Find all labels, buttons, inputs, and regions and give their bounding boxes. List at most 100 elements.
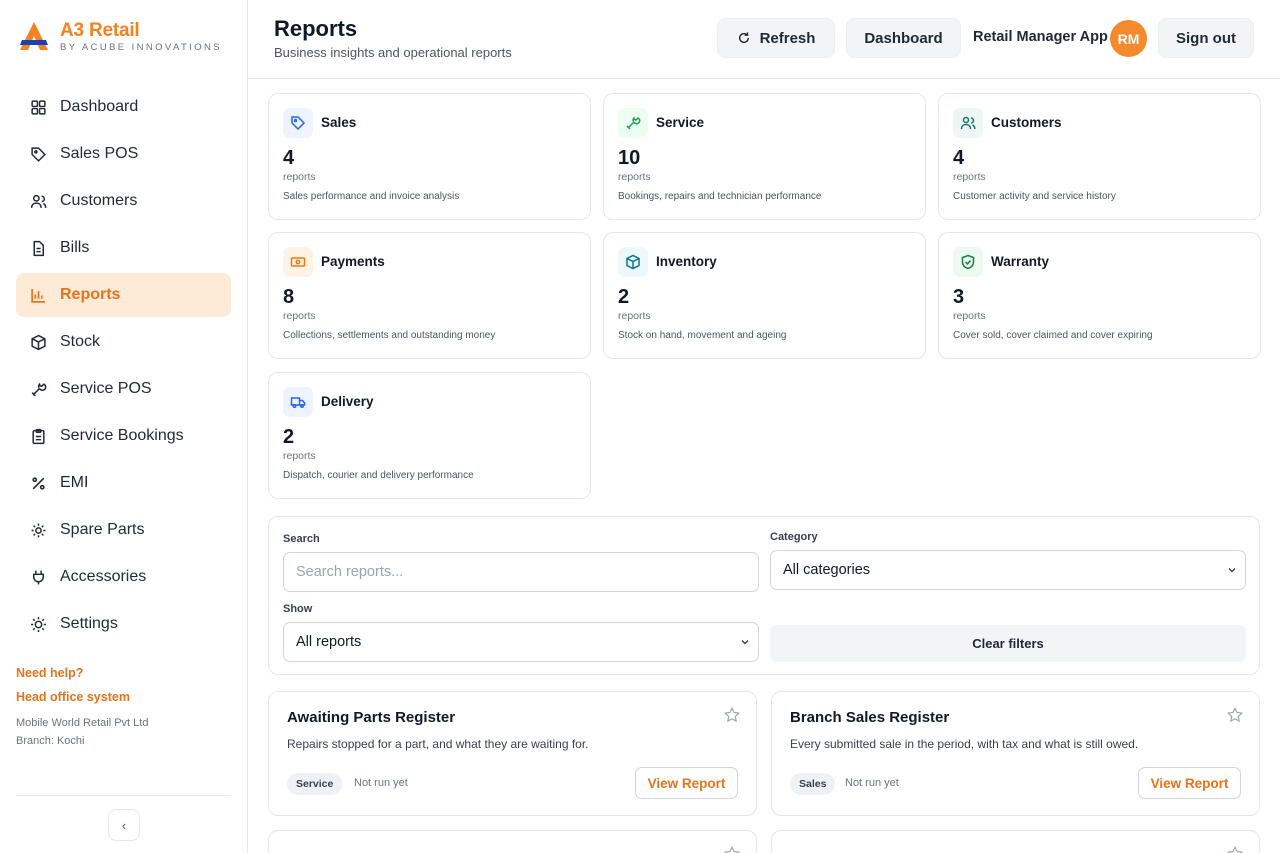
sidebar-item-label: Customers (60, 192, 138, 209)
collapse-sidebar-button[interactable]: ‹ (108, 809, 140, 841)
sidebar-item-label: Service POS (60, 380, 152, 397)
app-name: Retail Manager App (973, 29, 1108, 45)
star-icon[interactable] (723, 845, 741, 853)
category-card-payments[interactable]: Payments 8 reports Collections, settleme… (268, 232, 591, 359)
sidebar-item-dashboard[interactable]: Dashboard (16, 85, 231, 129)
category-name: Payments (321, 254, 385, 269)
report-card: Branch Sales Register Every submitted sa… (771, 691, 1260, 816)
show-label: Show (283, 603, 313, 615)
category-select[interactable]: All categories (770, 550, 1246, 590)
category-select-value: All categories (783, 562, 871, 578)
view-report-button[interactable]: View Report (635, 767, 738, 799)
category-desc: Sales performance and invoice analysis (283, 191, 460, 202)
search-label: Search (283, 533, 320, 545)
sign-out-button[interactable]: Sign out (1158, 18, 1254, 58)
category-unit: reports (953, 310, 986, 322)
clipboard-icon (30, 428, 47, 445)
category-card-warranty[interactable]: Warranty 3 reports Cover sold, cover cla… (938, 232, 1261, 359)
report-card-partial (268, 830, 757, 853)
category-desc: Customer activity and service history (953, 191, 1116, 202)
category-name: Delivery (321, 394, 374, 409)
sidebar-item-service-pos[interactable]: Service POS (16, 367, 231, 411)
category-count: 4 (953, 147, 965, 169)
category-unit: reports (953, 171, 986, 183)
sidebar: A3 Retail BY ACUBE INNOVATIONS Dashboard… (0, 0, 248, 853)
sidebar-item-customers[interactable]: Customers (16, 179, 231, 223)
category-unit: reports (283, 310, 316, 322)
show-select-value: All reports (296, 634, 362, 650)
sidebar-item-sales-pos[interactable]: Sales POS (16, 132, 231, 176)
report-title: Awaiting Parts Register (287, 709, 456, 726)
category-card-delivery[interactable]: Delivery 2 reports Dispatch, courier and… (268, 372, 591, 499)
refresh-label: Refresh (759, 29, 816, 47)
report-card: Awaiting Parts Register Repairs stopped … (268, 691, 757, 816)
sidebar-item-label: Bills (60, 239, 90, 256)
tag-icon (283, 108, 313, 138)
sidebar-item-label: Reports (60, 286, 121, 303)
category-count: 2 (283, 426, 295, 448)
category-card-service[interactable]: Service 10 reports Bookings, repairs and… (603, 93, 926, 220)
category-card-inventory[interactable]: Inventory 2 reports Stock on hand, movem… (603, 232, 926, 359)
star-icon[interactable] (723, 706, 741, 724)
category-name: Customers (991, 115, 1062, 130)
category-count: 8 (283, 286, 295, 308)
star-icon[interactable] (1226, 706, 1244, 724)
sidebar-item-emi[interactable]: EMI (16, 461, 231, 505)
avatar[interactable]: RM (1110, 20, 1147, 57)
brand-logo[interactable]: A3 Retail BY ACUBE INNOVATIONS (18, 20, 222, 53)
report-card-partial (771, 830, 1260, 853)
category-name: Service (656, 115, 705, 130)
clear-filters-button[interactable]: Clear filters (770, 625, 1246, 662)
report-status: Not run yet (845, 777, 899, 789)
sidebar-item-spare-parts[interactable]: Spare Parts (16, 508, 231, 552)
tag-icon (30, 146, 47, 163)
logo-mark-icon (20, 22, 48, 50)
sidebar-item-reports[interactable]: Reports (16, 273, 231, 317)
category-label: Category (770, 531, 818, 543)
sidebar-item-label: Spare Parts (60, 521, 145, 538)
report-description: Repairs stopped for a part, and what the… (287, 737, 589, 751)
star-icon[interactable] (1226, 845, 1244, 853)
category-card-sales[interactable]: Sales 4 reports Sales performance and in… (268, 93, 591, 220)
gear-part-icon (30, 522, 47, 539)
box-icon (618, 247, 648, 277)
show-select[interactable]: All reports (283, 622, 759, 662)
sidebar-item-label: Service Bookings (60, 427, 184, 444)
sidebar-item-accessories[interactable]: Accessories (16, 555, 231, 599)
category-unit: reports (618, 171, 651, 183)
need-help-link[interactable]: Need help? (16, 666, 148, 680)
category-name: Sales (321, 115, 357, 130)
category-unit: reports (283, 171, 316, 183)
search-input[interactable]: Search reports... (283, 552, 759, 592)
sidebar-item-label: Settings (60, 615, 118, 632)
page-header: Reports Business insights and operationa… (248, 0, 1280, 79)
bar-chart-icon (30, 287, 47, 304)
category-count: 10 (618, 147, 641, 169)
category-desc: Collections, settlements and outstanding… (283, 330, 496, 341)
page-subtitle: Business insights and operational report… (274, 45, 512, 60)
category-count: 3 (953, 286, 965, 308)
head-office-link[interactable]: Head office system (16, 690, 148, 704)
dashboard-button[interactable]: Dashboard (846, 18, 961, 58)
brand-name: A3 Retail (60, 20, 140, 41)
refresh-button[interactable]: Refresh (717, 18, 835, 58)
sidebar-item-label: Stock (60, 333, 101, 350)
sidebar-item-label: Dashboard (60, 98, 139, 115)
sidebar-item-stock[interactable]: Stock (16, 320, 231, 364)
org-info: Mobile World Retail Pvt Ltd Branch: Koch… (16, 714, 148, 750)
sidebar-item-settings[interactable]: Settings (16, 602, 231, 646)
category-desc: Bookings, repairs and technician perform… (618, 191, 822, 202)
shield-check-icon (953, 247, 983, 277)
sidebar-item-bills[interactable]: Bills (16, 226, 231, 270)
report-category-tag: Sales (790, 773, 836, 795)
report-status: Not run yet (354, 777, 408, 789)
view-report-button[interactable]: View Report (1138, 767, 1241, 799)
category-card-customers[interactable]: Customers 4 reports Customer activity an… (938, 93, 1261, 220)
report-description: Every submitted sale in the period, with… (790, 737, 1139, 751)
sidebar-item-label: EMI (60, 474, 89, 491)
category-count: 2 (618, 286, 630, 308)
sidebar-item-service-bookings[interactable]: Service Bookings (16, 414, 231, 458)
sidebar-nav: Dashboard Sales POS Customers Bills Repo… (16, 85, 231, 649)
org-name: Mobile World Retail Pvt Ltd (16, 717, 149, 729)
refresh-icon (738, 32, 749, 44)
